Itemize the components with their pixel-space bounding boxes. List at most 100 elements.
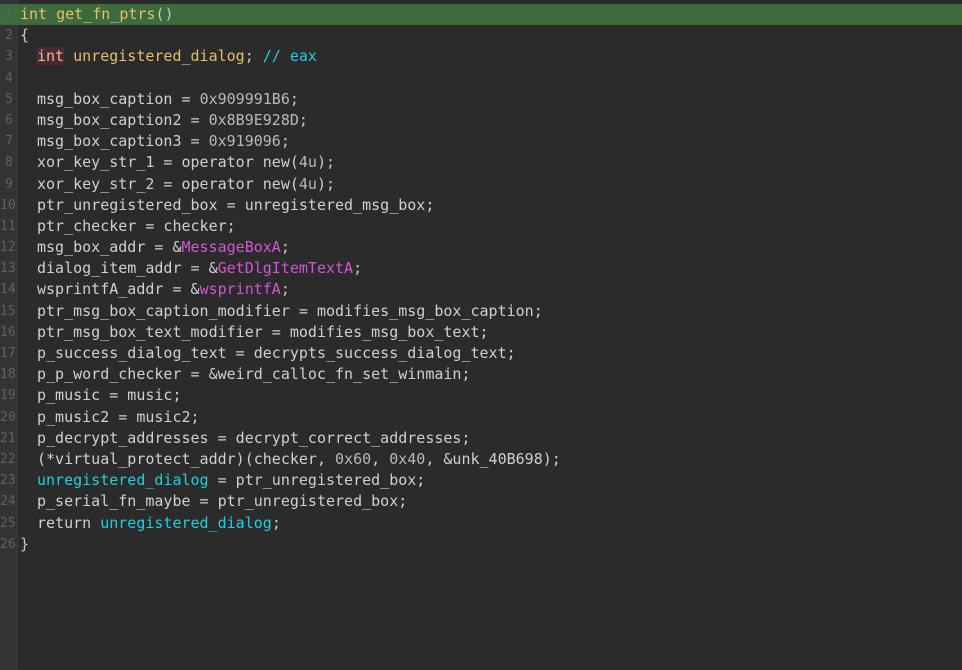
code-token-type[interactable]: int (37, 47, 65, 66)
code-line[interactable]: 25 return unregistered_dialog; (0, 513, 962, 534)
code-token-plain[interactable]: p_success_dialog_text = decrypts_success… (37, 344, 516, 362)
code-line[interactable]: 20 p_music2 = music2; (0, 407, 962, 428)
code-text: dialog_item_addr = &GetDlgItemTextA; (20, 258, 362, 279)
code-token-plain[interactable]: ptr_msg_box_caption_modifier = modifies_… (37, 302, 543, 320)
code-token-number[interactable]: 0x919096 (209, 132, 281, 150)
code-line[interactable]: 15 ptr_msg_box_caption_modifier = modifie… (0, 301, 962, 322)
code-token-plain[interactable]: ptr_checker = checker; (37, 217, 236, 235)
code-line[interactable]: 3 int unregistered_dialog; // eax (0, 46, 962, 67)
code-text: msg_box_caption3 = 0x919096; (20, 131, 290, 152)
code-token-punct[interactable]: ; (281, 280, 290, 298)
code-line[interactable]: 8 xor_key_str_1 = operator new(4u); (0, 152, 962, 173)
code-token-global[interactable]: unregistered_dialog (37, 471, 209, 489)
code-token-plain[interactable]: wsprintfA_addr = & (37, 280, 200, 298)
code-text: } (20, 534, 29, 555)
code-line[interactable]: 16 ptr_msg_box_text_modifier = modifies_m… (0, 322, 962, 343)
code-line[interactable]: 4 (0, 68, 962, 89)
code-token-plain[interactable]: , &unk_40B698); (425, 450, 560, 468)
code-token-comment[interactable]: // eax (263, 47, 317, 65)
code-token-plain[interactable]: msg_box_caption3 = (37, 132, 209, 150)
code-token-number[interactable]: 0x60 (335, 450, 371, 468)
code-token-punct[interactable]: ; (290, 90, 299, 108)
code-token-plain[interactable]: dialog_item_addr = & (37, 259, 218, 277)
code-token-punct[interactable]: ; (353, 259, 362, 277)
line-number: 9 (5, 176, 13, 192)
code-text: ptr_checker = checker; (20, 216, 236, 237)
code-token-punct[interactable]: ); (317, 153, 335, 171)
code-line[interactable]: 22 (*virtual_protect_addr)(checker, 0x60,… (0, 449, 962, 470)
code-token-plain[interactable]: msg_box_addr = & (37, 238, 182, 256)
code-token-keyword[interactable]: int (20, 5, 47, 23)
code-token-number[interactable]: 0x909991B6 (200, 90, 290, 108)
line-number: 12 (0, 240, 16, 256)
code-token-plain[interactable]: ptr_unregistered_box = unregistered_msg_… (37, 196, 434, 214)
code-token-function[interactable]: get_fn_ptrs (56, 5, 155, 23)
code-line[interactable]: 23 unregistered_dialog = ptr_unregistered… (0, 470, 962, 491)
code-line[interactable]: 1 int get_fn_ptrs() (0, 4, 962, 26)
code-line[interactable]: 19 p_music = music; (0, 385, 962, 406)
code-token-keyword[interactable]: unregistered_dialog (73, 47, 245, 65)
code-token-number[interactable]: 4u (299, 175, 317, 193)
line-number: 23 (0, 473, 16, 489)
line-number: 1 (5, 7, 13, 22)
code-line[interactable]: 2{ (0, 25, 962, 46)
code-line[interactable]: 11 ptr_checker = checker; (0, 216, 962, 237)
code-token-punct[interactable]: ; (281, 238, 290, 256)
code-token-plain[interactable]: msg_box_caption2 = (37, 111, 209, 129)
code-token-punct[interactable]: ; (272, 514, 281, 532)
code-text: p_decrypt_addresses = decrypt_correct_ad… (20, 428, 470, 449)
line-number: 22 (0, 451, 16, 467)
code-text: return unregistered_dialog; (20, 513, 281, 534)
code-line[interactable]: 24 p_serial_fn_maybe = ptr_unregistered_b… (0, 491, 962, 512)
line-number: 5 (5, 91, 13, 107)
code-token-import[interactable]: wsprintfA (200, 280, 281, 298)
code-token-punct[interactable]: ; (281, 132, 290, 150)
code-token-plain[interactable]: return (37, 514, 100, 532)
code-token-plain[interactable]: , (371, 450, 389, 468)
code-token-punct[interactable]: () (155, 5, 173, 23)
code-line[interactable]: 12 msg_box_addr = &MessageBoxA; (0, 237, 962, 258)
code-token-plain[interactable]: xor_key_str_2 = operator new( (37, 175, 299, 193)
code-line[interactable]: 18 p_p_word_checker = &weird_calloc_fn_se… (0, 364, 962, 385)
line-number: 25 (0, 515, 16, 531)
code-token-plain[interactable]: (*virtual_protect_addr)(checker, (37, 450, 335, 468)
code-line[interactable]: 21 p_decrypt_addresses = decrypt_correct_… (0, 428, 962, 449)
code-token-punct[interactable]: ; (299, 111, 308, 129)
code-token-punct[interactable]: ); (317, 175, 335, 193)
code-line[interactable]: 17 p_success_dialog_text = decrypts_succe… (0, 343, 962, 364)
code-token-punct[interactable]: { (20, 26, 29, 44)
code-token-plain[interactable]: ptr_msg_box_text_modifier = modifies_msg… (37, 323, 489, 341)
pseudocode-editor[interactable]: 1 int get_fn_ptrs() 2{ 3 int unregistered_di… (0, 0, 962, 670)
code-line[interactable]: 26} (0, 534, 962, 555)
code-token-plain[interactable]: p_serial_fn_maybe = ptr_unregistered_box… (37, 492, 407, 510)
code-token-plain[interactable]: xor_key_str_1 = operator new( (37, 153, 299, 171)
code-token-number[interactable]: 0x40 (389, 450, 425, 468)
code-token-number[interactable]: 0x8B9E928D (209, 111, 299, 129)
code-line[interactable]: 9 xor_key_str_2 = operator new(4u); (0, 174, 962, 195)
line-number: 24 (0, 494, 16, 510)
code-token-plain[interactable]: = ptr_unregistered_box; (209, 471, 426, 489)
code-line[interactable]: 13 dialog_item_addr = &GetDlgItemTextA; (0, 258, 962, 279)
line-number: 11 (0, 218, 16, 234)
code-line[interactable]: 10 ptr_unregistered_box = unregistered_ms… (0, 195, 962, 216)
code-token-punct[interactable]: } (20, 535, 29, 553)
code-token-number[interactable]: 4u (299, 153, 317, 171)
code-token-plain[interactable] (64, 47, 73, 65)
line-number: 3 (5, 49, 13, 65)
code-token-plain[interactable] (47, 5, 56, 23)
code-token-import[interactable]: GetDlgItemTextA (218, 259, 353, 277)
code-token-plain[interactable]: p_p_word_checker = &weird_calloc_fn_set_… (37, 365, 470, 383)
code-line[interactable]: 6 msg_box_caption2 = 0x8B9E928D; (0, 110, 962, 131)
code-token-plain[interactable]: msg_box_caption = (37, 90, 200, 108)
code-token-plain[interactable]: p_music2 = music2; (37, 408, 200, 426)
code-line[interactable]: 5 msg_box_caption = 0x909991B6; (0, 89, 962, 110)
code-token-plain[interactable]: p_decrypt_addresses = decrypt_correct_ad… (37, 429, 470, 447)
code-token-global[interactable]: unregistered_dialog (100, 514, 272, 532)
line-number: 7 (5, 134, 13, 150)
code-token-import[interactable]: MessageBoxA (182, 238, 281, 256)
code-token-punct[interactable]: ; (245, 47, 263, 65)
line-number: 13 (0, 261, 16, 277)
code-line[interactable]: 14 wsprintfA_addr = &wsprintfA; (0, 279, 962, 300)
code-line[interactable]: 7 msg_box_caption3 = 0x919096; (0, 131, 962, 152)
code-token-plain[interactable]: p_music = music; (37, 386, 182, 404)
